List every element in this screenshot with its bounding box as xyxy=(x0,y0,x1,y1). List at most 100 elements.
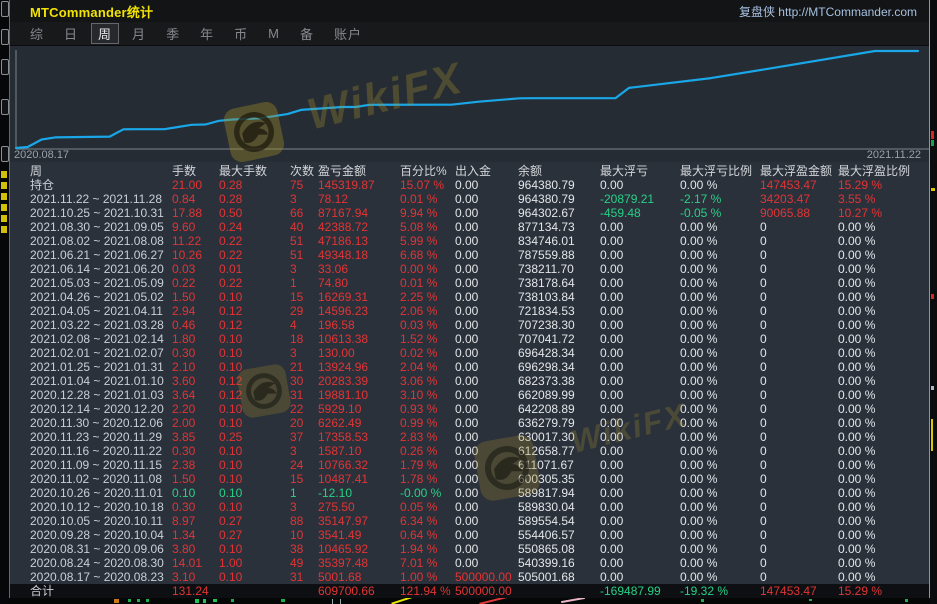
table-row[interactable]: 2020.11.09 ~ 2020.11.152.380.102410766.3… xyxy=(10,458,929,472)
table-cell: 0.00 % xyxy=(838,486,929,500)
column-header[interactable]: 最大手数 xyxy=(219,164,290,178)
menu-bar: 综日周月季年币M备账户 xyxy=(10,22,929,45)
table-cell: 0.00 xyxy=(455,360,518,374)
table-cell: 5.08 % xyxy=(400,220,455,234)
table-cell: -12.10 xyxy=(318,486,400,500)
table-cell: 88 xyxy=(290,514,318,528)
table-cell: 0.12 xyxy=(219,318,290,332)
table-row[interactable]: 2020.11.23 ~ 2020.11.293.850.253717358.5… xyxy=(10,430,929,444)
column-header[interactable]: 次数 xyxy=(290,164,318,178)
table-row[interactable]: 2021.08.30 ~ 2021.09.059.600.244042388.7… xyxy=(10,220,929,234)
table-cell: 0.00 xyxy=(600,430,680,444)
table-row[interactable]: 2021.08.02 ~ 2021.08.0811.220.225147186.… xyxy=(10,234,929,248)
table-row[interactable]: 2021.02.01 ~ 2021.02.070.300.103130.000.… xyxy=(10,346,929,360)
column-header[interactable]: 百分比% xyxy=(400,164,455,178)
table-cell: 630017.30 xyxy=(518,430,600,444)
table-cell: 2020.11.23 ~ 2020.11.29 xyxy=(30,430,172,444)
table-cell: 0.00 xyxy=(455,206,518,220)
table-cell: 2021.08.02 ~ 2021.08.08 xyxy=(30,234,172,248)
table-row[interactable]: 2021.06.14 ~ 2021.06.200.030.01333.060.0… xyxy=(10,262,929,276)
column-header[interactable]: 最大浮亏比例 xyxy=(680,164,760,178)
column-header[interactable]: 最大浮盈比例 xyxy=(838,164,929,178)
table-cell: 0.00 xyxy=(600,304,680,318)
table-cell: 2021.10.25 ~ 2021.10.31 xyxy=(30,206,172,220)
column-header[interactable]: 最大浮亏 xyxy=(600,164,680,178)
table-cell: 0 xyxy=(760,458,838,472)
table-row[interactable]: 2021.11.22 ~ 2021.11.280.840.28378.120.0… xyxy=(10,192,929,206)
menu-item-zhanghu[interactable]: 账户 xyxy=(327,23,369,44)
table-cell: 0.00 % xyxy=(680,178,760,192)
menu-item-zong[interactable]: 综 xyxy=(23,23,51,44)
table-row[interactable]: 2020.09.28 ~ 2020.10.041.340.27103541.49… xyxy=(10,528,929,542)
table-cell: 31 xyxy=(290,570,318,584)
menu-item-m[interactable]: M xyxy=(261,25,287,42)
table-row[interactable]: 2020.08.31 ~ 2020.09.063.800.103810465.9… xyxy=(10,542,929,556)
table-cell: 609700.66 xyxy=(318,584,400,598)
table-cell: 2.00 xyxy=(172,416,219,430)
table-total-row[interactable]: 合计131.24609700.66121.94 %500000.00-16948… xyxy=(10,584,929,598)
table-cell: 0.28 xyxy=(219,192,290,206)
table-row[interactable]: 2021.04.05 ~ 2021.04.112.940.122914596.2… xyxy=(10,304,929,318)
table-row[interactable]: 2020.10.05 ~ 2020.10.118.970.278835147.9… xyxy=(10,514,929,528)
table-row[interactable]: 2021.06.21 ~ 2021.06.2710.260.225149348.… xyxy=(10,248,929,262)
table-cell: 0.30 xyxy=(172,500,219,514)
table-cell: 74.80 xyxy=(318,276,400,290)
menu-item-bi[interactable]: 币 xyxy=(227,23,255,44)
table-cell: 2021.04.26 ~ 2021.05.02 xyxy=(30,290,172,304)
table-cell: 21 xyxy=(290,360,318,374)
table-cell: 2020.11.02 ~ 2020.11.08 xyxy=(30,472,172,486)
table-row[interactable]: 2020.10.26 ~ 2020.11.010.100.101-12.10-0… xyxy=(10,486,929,500)
table-row[interactable]: 2021.10.25 ~ 2021.10.3117.880.506687167.… xyxy=(10,206,929,220)
table-cell: 2021.06.14 ~ 2021.06.20 xyxy=(30,262,172,276)
table-cell: 78.12 xyxy=(318,192,400,206)
table-cell: 0.30 xyxy=(172,444,219,458)
table-row[interactable]: 持仓21.000.2875145319.8715.07 %0.00964380.… xyxy=(10,178,929,192)
table-cell: 0.00 xyxy=(600,528,680,542)
column-header[interactable]: 盈亏金额 xyxy=(318,164,400,178)
column-header[interactable]: 周 xyxy=(30,164,172,178)
menu-item-ri[interactable]: 日 xyxy=(57,23,85,44)
menu-item-bei[interactable]: 备 xyxy=(293,23,321,44)
table-cell: 0.00 xyxy=(600,514,680,528)
table-cell: 0.00 xyxy=(600,360,680,374)
background-left-window-edge xyxy=(0,0,9,604)
column-header[interactable]: 余额 xyxy=(518,164,600,178)
table-row[interactable]: 2020.11.16 ~ 2020.11.220.300.1031587.100… xyxy=(10,444,929,458)
table-cell: 0.27 xyxy=(219,514,290,528)
table-cell: 0.03 % xyxy=(400,318,455,332)
table-cell: 2021.04.05 ~ 2021.04.11 xyxy=(30,304,172,318)
table-cell: 0.00 xyxy=(455,542,518,556)
column-header[interactable]: 手数 xyxy=(172,164,219,178)
table-cell: 0.00 % xyxy=(680,402,760,416)
table-row[interactable]: 2021.03.22 ~ 2021.03.280.460.124196.580.… xyxy=(10,318,929,332)
table-cell: 0.00 xyxy=(455,458,518,472)
brand-link[interactable]: 复盘侠 http://MTCommander.com xyxy=(739,3,917,20)
table-cell: 611071.67 xyxy=(518,458,600,472)
table-cell: 2021.02.01 ~ 2021.02.07 xyxy=(30,346,172,360)
menu-item-nian[interactable]: 年 xyxy=(193,23,221,44)
table-row[interactable]: 2020.08.24 ~ 2020.08.3014.011.004935397.… xyxy=(10,556,929,570)
menu-item-yue[interactable]: 月 xyxy=(125,23,153,44)
table-row[interactable]: 2020.11.02 ~ 2020.11.081.500.101510487.4… xyxy=(10,472,929,486)
table-cell: 90065.88 xyxy=(760,206,838,220)
table-cell: 0 xyxy=(760,556,838,570)
table-cell: 10.27 % xyxy=(838,206,929,220)
menu-item-zhou[interactable]: 周 xyxy=(91,23,119,44)
table-row[interactable]: 2021.01.04 ~ 2021.01.103.600.123020283.3… xyxy=(10,374,929,388)
column-header[interactable]: 出入金 xyxy=(455,164,518,178)
table-row[interactable]: 2020.11.30 ~ 2020.12.062.000.10206262.49… xyxy=(10,416,929,430)
table-row[interactable]: 2020.12.28 ~ 2021.01.033.640.123119881.1… xyxy=(10,388,929,402)
table-cell: 38 xyxy=(290,542,318,556)
table-cell: 964380.79 xyxy=(518,178,600,192)
table-row[interactable]: 2021.04.26 ~ 2021.05.021.500.101516269.3… xyxy=(10,290,929,304)
column-header[interactable]: 最大浮盈金额 xyxy=(760,164,838,178)
menu-item-ji[interactable]: 季 xyxy=(159,23,187,44)
table-row[interactable]: 2020.10.12 ~ 2020.10.180.300.103275.500.… xyxy=(10,500,929,514)
table-row[interactable]: 2021.05.03 ~ 2021.05.090.220.22174.800.0… xyxy=(10,276,929,290)
table-row[interactable]: 2021.01.25 ~ 2021.01.312.100.102113924.9… xyxy=(10,360,929,374)
table-cell: 10465.92 xyxy=(318,542,400,556)
table-row[interactable]: 2020.12.14 ~ 2020.12.202.200.10225929.10… xyxy=(10,402,929,416)
table-row[interactable]: 2021.02.08 ~ 2021.02.141.800.101810613.3… xyxy=(10,332,929,346)
table-row[interactable]: 2020.08.17 ~ 2020.08.233.100.10315001.68… xyxy=(10,570,929,584)
table-cell: 0.00 xyxy=(455,332,518,346)
